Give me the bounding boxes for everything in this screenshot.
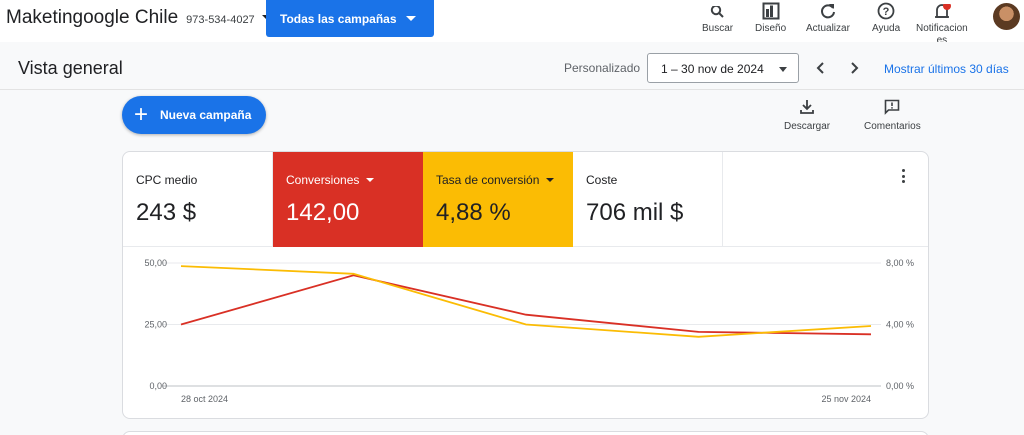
metric-label: Coste [586, 173, 618, 187]
y-right-tick-label: 0,00 % [886, 381, 914, 391]
next-card [122, 431, 929, 435]
metric-conversion-rate[interactable]: Tasa de conversión 4,88 % [423, 152, 573, 247]
next-period-button[interactable] [845, 58, 863, 78]
new-campaign-button[interactable]: + Nueva campaña [122, 96, 266, 134]
search-tool[interactable]: Buscar [702, 0, 733, 35]
user-avatar[interactable] [993, 3, 1020, 30]
performance-chart: 50,00 8,00 % 25,00 4,00 % 0,00 0,00 % 28 oct 2… [144, 258, 914, 404]
chevron-left-icon [816, 62, 824, 74]
download-button[interactable]: Descargar [784, 99, 830, 132]
previous-period-button[interactable] [812, 58, 830, 78]
metric-value: 706 mil $ [586, 199, 684, 226]
notifications-tool[interactable]: Notificacion es [916, 0, 968, 47]
new-campaign-label: Nueva campaña [160, 108, 252, 122]
account-name: Maketingoogle Chile [6, 7, 179, 28]
y-left-tick-label: 0,00 [149, 381, 167, 391]
help-tool-label: Ayuda [872, 23, 901, 34]
metric-value: 4,88 % [436, 199, 511, 226]
plus-icon: + [133, 101, 148, 128]
svg-text:?: ? [883, 6, 890, 18]
chevron-down-icon [406, 16, 416, 21]
refresh-icon [819, 0, 837, 20]
layout-tool-label: Diseño [755, 23, 787, 34]
layout-tool[interactable]: Diseño [755, 0, 786, 35]
metric-value: 142,00 [286, 199, 360, 226]
feedback-button[interactable]: Comentarios [864, 99, 921, 132]
page-title: Vista general [18, 58, 123, 78]
campaign-selector-label: Todas las campañas [280, 11, 397, 26]
metric-label: Conversiones [286, 173, 360, 187]
top-bar: Maketingoogle Chile 973-534-4027 Todas l… [0, 0, 1024, 46]
metric-label: Tasa de conversión [436, 173, 540, 187]
search-icon [709, 0, 727, 20]
layout-icon [762, 0, 780, 20]
page-header: Vista general Personalizado 1 – 30 nov d… [0, 42, 1024, 90]
y-right-tick-label: 4,00 % [886, 320, 914, 330]
help-icon: ? [877, 0, 895, 20]
refresh-tool[interactable]: Actualizar [806, 0, 850, 35]
series-line-1 [180, 274, 872, 336]
performance-card: CPC medio 243 $ Conversiones 142,00 Tasa… [122, 151, 929, 419]
metric-avg-cpc[interactable]: CPC medio 243 $ [123, 152, 273, 247]
search-tool-label: Buscar [702, 23, 734, 34]
more-options-icon[interactable] [897, 169, 909, 189]
chevron-right-icon [851, 62, 859, 74]
metric-value: 243 $ [136, 199, 197, 226]
series-line-2 [180, 265, 872, 338]
y-right-tick-label: 8,00 % [886, 258, 914, 268]
chevron-down-icon [546, 178, 555, 182]
campaign-selector-button[interactable]: Todas las campañas [266, 0, 434, 37]
y-left-tick-label: 50,00 [144, 258, 167, 268]
date-range-type: Personalizado [564, 61, 641, 75]
y-left-tick-label: 25,00 [144, 320, 167, 330]
x-tick-label: 25 nov 2024 [821, 394, 871, 404]
x-tick-label: 28 oct 2024 [181, 394, 228, 404]
help-tool[interactable]: ? Ayuda [872, 0, 900, 35]
show-last-30-days-link[interactable]: Mostrar últimos 30 días [884, 62, 1009, 76]
chevron-down-icon [779, 67, 787, 72]
metric-conversions[interactable]: Conversiones 142,00 [273, 152, 423, 247]
chevron-down-icon [366, 178, 375, 182]
metric-label: CPC medio [136, 173, 198, 187]
refresh-tool-label: Actualizar [806, 23, 850, 34]
date-range-picker[interactable]: 1 – 30 nov de 2024 [647, 53, 799, 83]
feedback-icon [885, 99, 900, 115]
download-label: Descargar [784, 121, 831, 132]
download-icon [800, 100, 814, 114]
account-selector[interactable]: Maketingoogle Chile 973-534-4027 [6, 7, 272, 29]
metric-cost[interactable]: Coste 706 mil $ [573, 152, 723, 247]
metric-label-row: Conversiones [286, 173, 423, 187]
date-range-value: 1 – 30 nov de 2024 [661, 62, 764, 76]
bell-icon [931, 0, 953, 20]
feedback-label: Comentarios [864, 121, 921, 132]
metric-label-row: Tasa de conversión [436, 173, 573, 187]
account-id: 973-534-4027 [186, 14, 255, 26]
